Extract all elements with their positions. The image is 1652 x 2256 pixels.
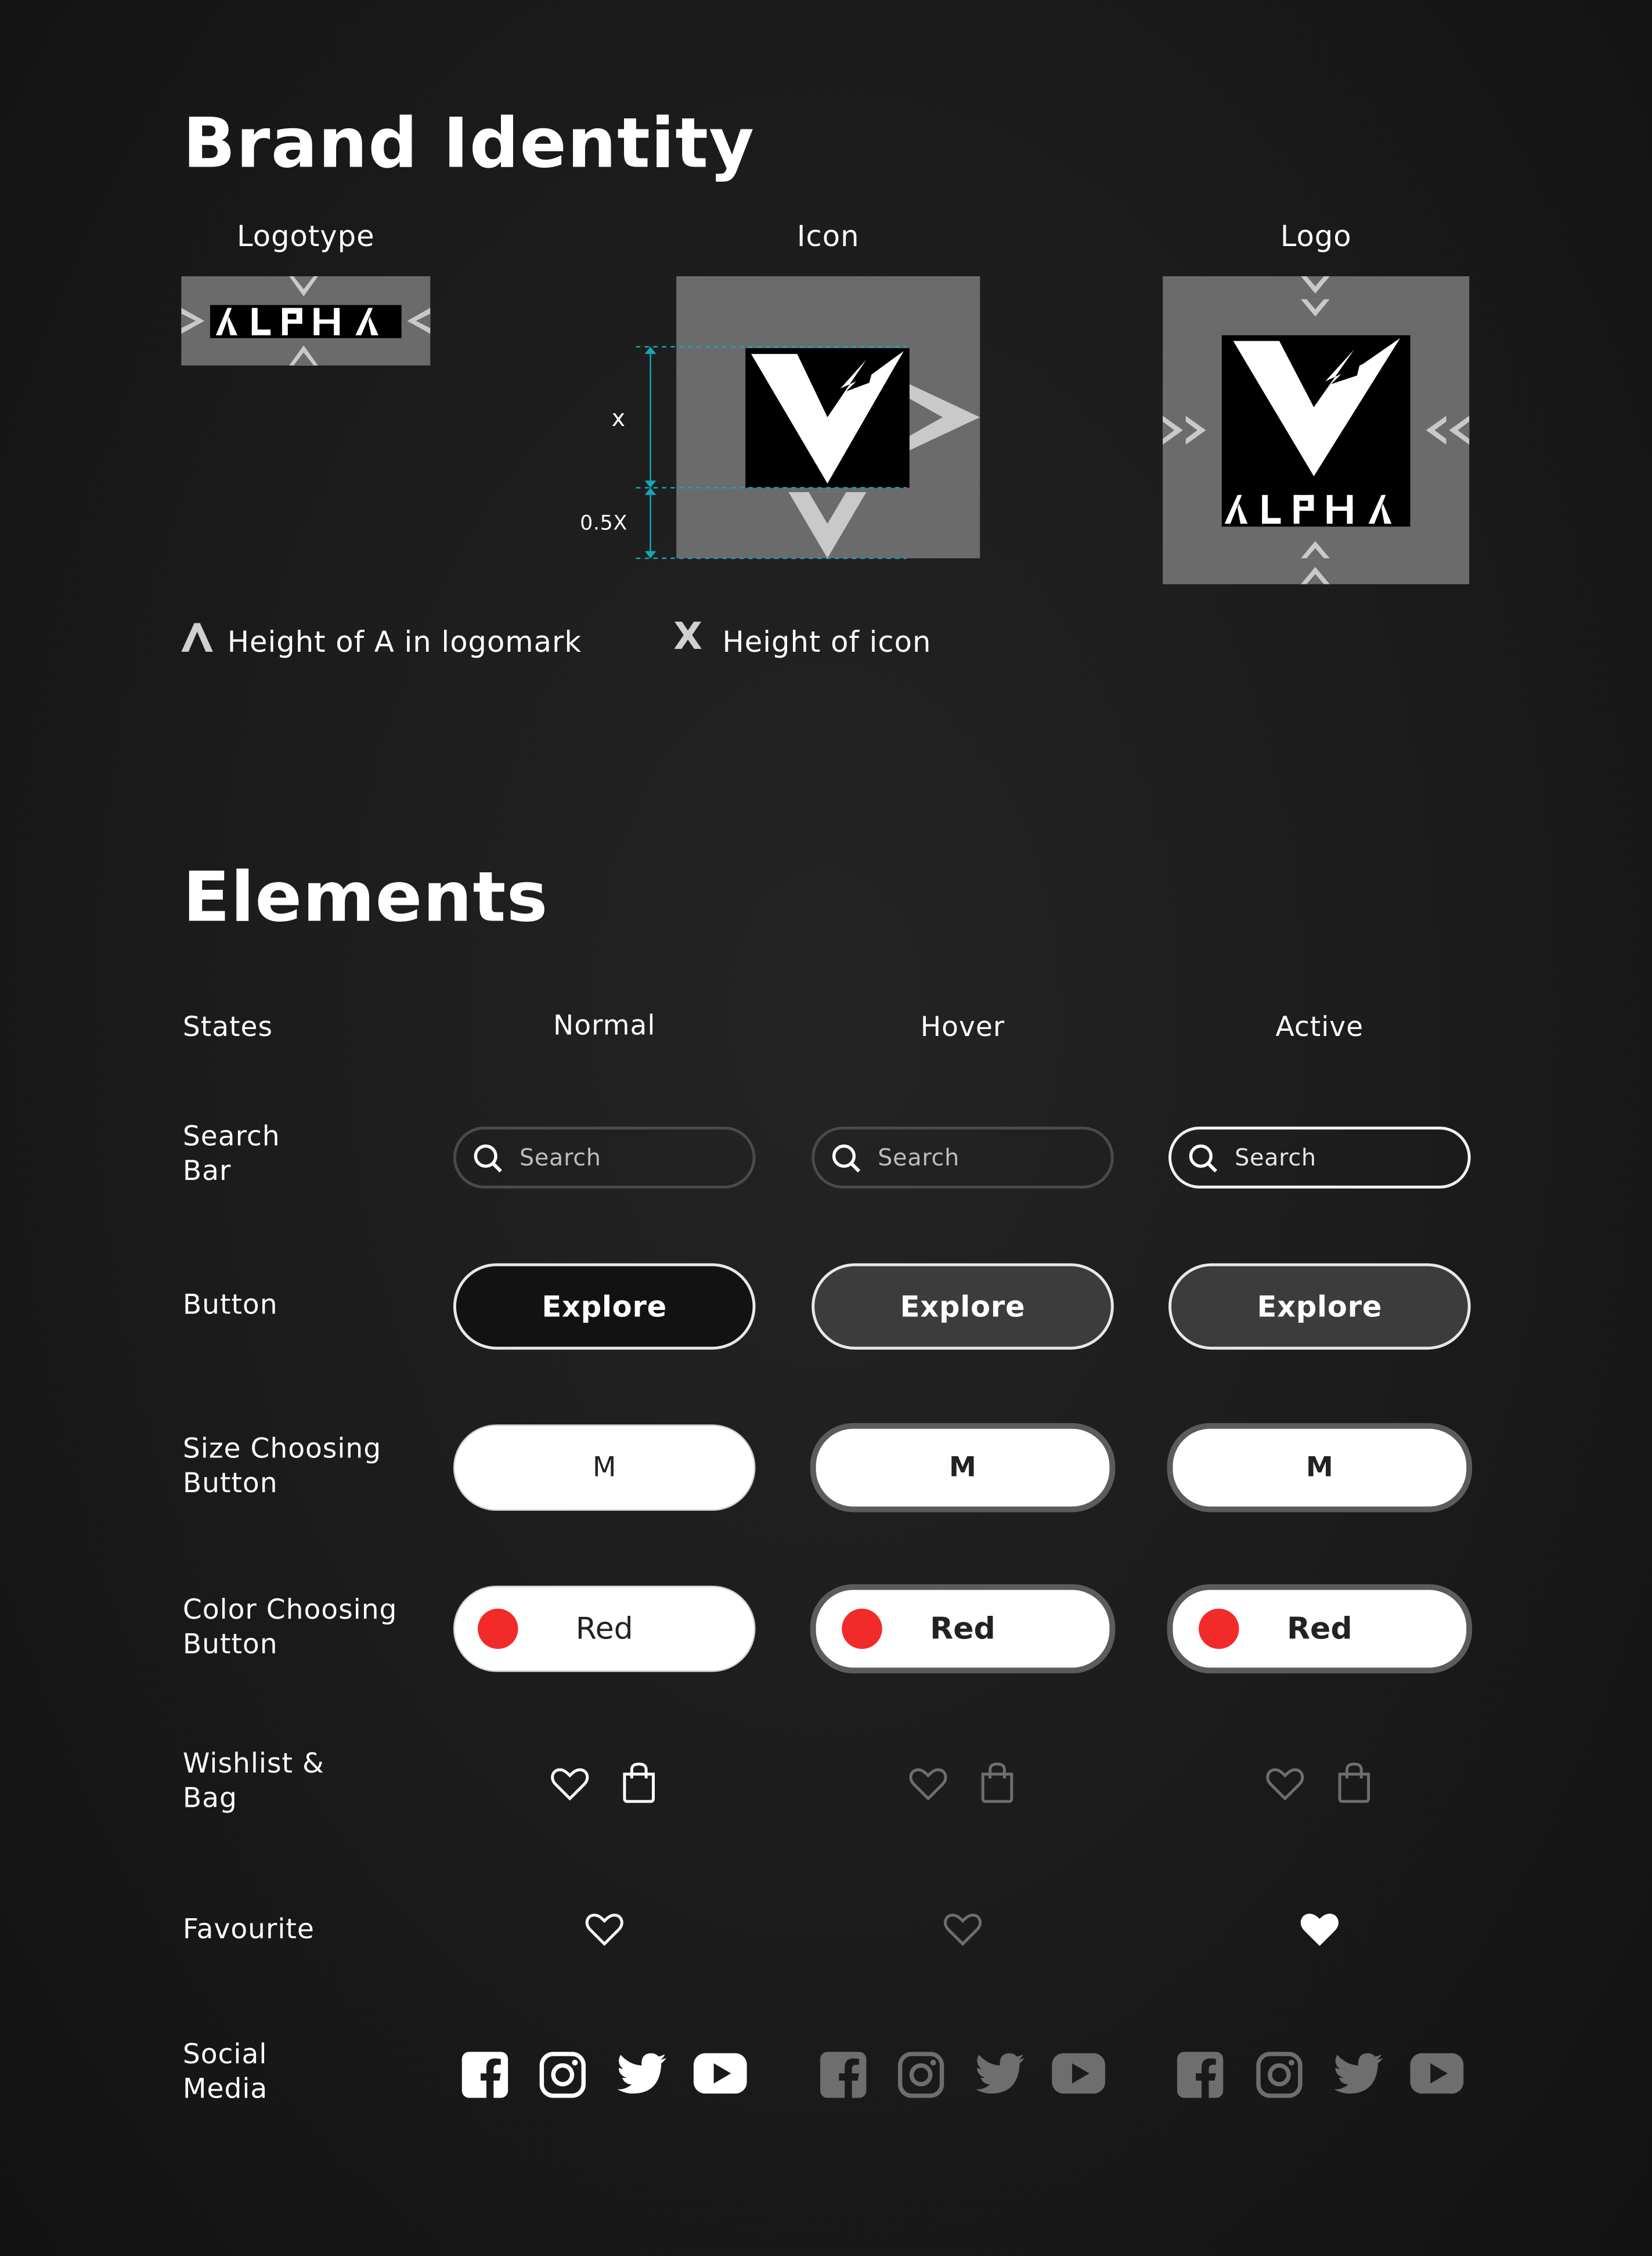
twitter-icon[interactable] — [617, 2053, 666, 2094]
heart-outline-icon[interactable] — [1266, 1767, 1304, 1801]
color-label-line2: Button — [182, 1629, 278, 1661]
search-bar-label-line2: Bar — [182, 1155, 232, 1187]
heart-outline-icon[interactable] — [943, 1912, 982, 1947]
favourite-row-label: Favourite — [182, 1914, 315, 1945]
search-placeholder: Search — [519, 1143, 601, 1171]
legend-x-symbol: X — [673, 616, 702, 659]
search-icon — [474, 1143, 502, 1172]
social-label-line1: Social — [182, 2038, 268, 2071]
logotype-panel — [181, 276, 431, 366]
size-label-line1: Size Choosing — [182, 1433, 382, 1465]
color-button-active[interactable]: Red — [1167, 1584, 1473, 1674]
social-row-label: Social Media — [183, 2037, 268, 2106]
heart-outline-icon[interactable] — [585, 1912, 623, 1947]
explore-button-hover[interactable]: Explore — [811, 1263, 1114, 1350]
shopping-bag-icon[interactable] — [979, 1762, 1016, 1803]
color-button-text: Red — [575, 1611, 633, 1647]
color-button-normal[interactable]: Red — [453, 1585, 756, 1672]
color-label-line1: Color Choosing — [182, 1594, 398, 1626]
red-swatch — [478, 1608, 518, 1649]
size-button-normal[interactable]: M — [453, 1424, 756, 1511]
facebook-icon[interactable] — [820, 2052, 867, 2098]
search-bar-normal[interactable]: Search — [453, 1127, 756, 1189]
youtube-icon[interactable] — [693, 2053, 747, 2094]
size-label-line2: Button — [182, 1467, 278, 1500]
heart-filled-icon[interactable] — [1300, 1912, 1339, 1947]
logo-panel — [1163, 276, 1470, 584]
states-label: States — [182, 1011, 273, 1044]
state-normal-header: Normal — [553, 1010, 656, 1042]
wishlist-row-label: Wishlist & Bag — [183, 1747, 324, 1816]
color-button-hover[interactable]: Red — [810, 1584, 1116, 1674]
logo-label: Logo — [1280, 218, 1352, 254]
icon-height-guide — [636, 346, 907, 560]
state-active-header: Active — [1275, 1011, 1364, 1044]
a-chevron-icon — [181, 623, 213, 652]
legend-icon-text: Height of icon — [722, 624, 932, 659]
search-placeholder: Search — [1235, 1143, 1316, 1171]
twitter-icon[interactable] — [1334, 2053, 1383, 2094]
size-button-active[interactable]: M — [1167, 1423, 1473, 1513]
legend-logomark-text: Height of A in logomark — [227, 624, 582, 659]
red-swatch — [1199, 1608, 1239, 1649]
heart-outline-icon[interactable] — [551, 1767, 589, 1801]
search-bar-active[interactable]: Search — [1168, 1127, 1471, 1189]
twitter-icon[interactable] — [975, 2053, 1025, 2094]
button-row-label: Button — [182, 1289, 278, 1321]
social-label-line2: Media — [182, 2073, 268, 2105]
facebook-icon[interactable] — [461, 2052, 508, 2098]
heart-outline-icon[interactable] — [909, 1767, 947, 1801]
color-row-label: Color Choosing Button — [183, 1593, 398, 1662]
logo-mark — [1221, 335, 1411, 527]
dimension-half-label: 0.5X — [580, 512, 628, 536]
search-placeholder: Search — [878, 1143, 960, 1171]
facebook-icon[interactable] — [1177, 2052, 1224, 2098]
alpha-wordmark-box — [210, 305, 402, 338]
wishlist-label-line2: Bag — [182, 1782, 237, 1815]
size-button-hover[interactable]: M — [810, 1423, 1116, 1513]
state-hover-header: Hover — [920, 1011, 1005, 1044]
logotype-label: Logotype — [237, 218, 375, 254]
wishlist-label-line1: Wishlist & — [182, 1748, 324, 1780]
youtube-icon[interactable] — [1410, 2053, 1464, 2094]
icon-label: Icon — [796, 218, 860, 254]
explore-button-active[interactable]: Explore — [1168, 1263, 1471, 1350]
instagram-icon[interactable] — [1256, 2052, 1303, 2098]
search-bar-hover[interactable]: Search — [811, 1127, 1114, 1189]
instagram-icon[interactable] — [897, 2052, 944, 2098]
elements-title: Elements — [182, 857, 549, 939]
alpha-wordmark — [215, 308, 379, 335]
instagram-icon[interactable] — [539, 2052, 586, 2098]
brand-identity-title: Brand Identity — [182, 103, 755, 185]
dimension-x-label: x — [611, 404, 626, 432]
search-icon — [1189, 1143, 1217, 1172]
color-button-text: Red — [1286, 1611, 1352, 1647]
youtube-icon[interactable] — [1052, 2053, 1105, 2094]
red-swatch — [842, 1608, 882, 1649]
search-icon — [832, 1143, 861, 1172]
search-bar-row-label: Search Bar — [183, 1120, 280, 1189]
explore-button-normal[interactable]: Explore — [453, 1263, 756, 1350]
search-bar-label-line1: Search — [182, 1121, 280, 1153]
size-row-label: Size Choosing Button — [183, 1432, 381, 1501]
shopping-bag-icon[interactable] — [620, 1762, 657, 1803]
color-button-text: Red — [930, 1611, 995, 1647]
shopping-bag-icon[interactable] — [1336, 1762, 1373, 1803]
